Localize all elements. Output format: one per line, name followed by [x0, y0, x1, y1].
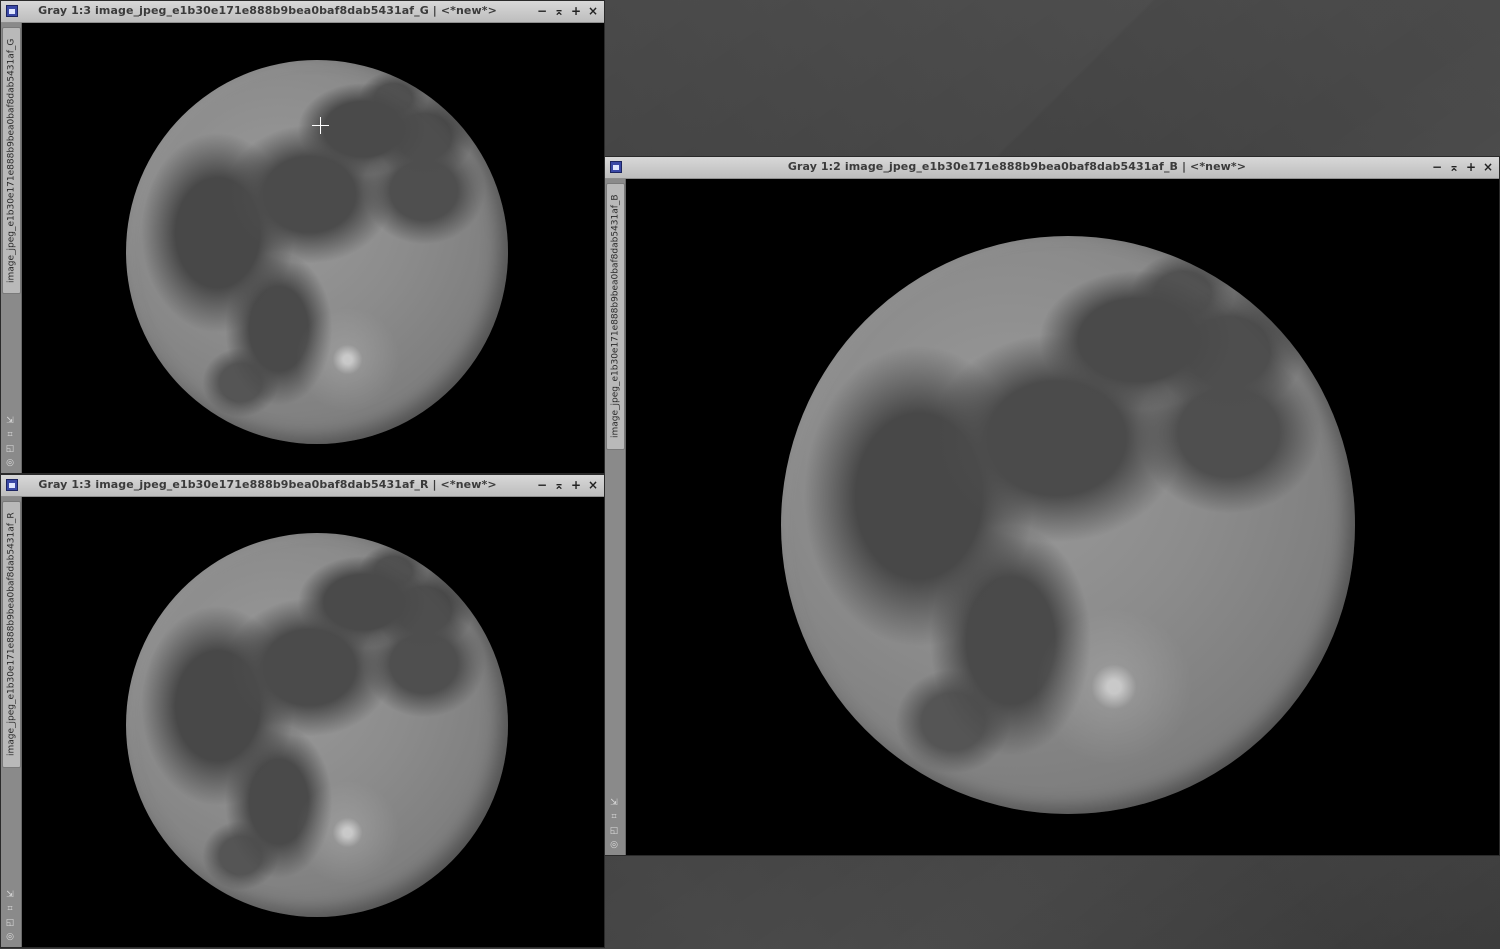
image-id-tab-b[interactable]: image_jpeg_e1b30e171e888b9bea0baf8dab543… [606, 183, 625, 450]
zoom-icon[interactable]: ⌗ [608, 811, 620, 823]
window-title-g: Gray 1:3 image_jpeg_e1b30e171e888b9bea0b… [38, 4, 497, 17]
minimize-icon[interactable]: − [535, 3, 549, 19]
zoom-icon[interactable]: ⌗ [4, 429, 16, 441]
clone-icon[interactable]: ◱ [608, 825, 620, 837]
window-title-b: Gray 1:2 image_jpeg_e1b30e171e888b9bea0b… [787, 160, 1247, 173]
minimize-icon[interactable]: − [1430, 159, 1444, 175]
window-title-r: Gray 1:3 image_jpeg_e1b30e171e888b9bea0b… [38, 478, 497, 491]
titlebar-b[interactable]: Gray 1:2 image_jpeg_e1b30e171e888b9bea0b… [605, 157, 1499, 179]
titlebar-r[interactable]: Gray 1:3 image_jpeg_e1b30e171e888b9bea0b… [1, 475, 604, 497]
image-view-r[interactable] [22, 497, 604, 947]
image-window-g[interactable]: Gray 1:3 image_jpeg_e1b30e171e888b9bea0b… [1, 1, 604, 473]
shade-icon[interactable]: ⌅ [552, 3, 566, 19]
image-window-b[interactable]: Gray 1:2 image_jpeg_e1b30e171e888b9bea0b… [605, 157, 1499, 855]
image-id-tab-r[interactable]: image_jpeg_e1b30e171e888b9bea0baf8dab543… [2, 501, 21, 768]
zoom-icon[interactable]: ⌗ [4, 903, 16, 915]
moon-image-r [126, 533, 508, 917]
mask-icon[interactable]: ◎ [4, 931, 16, 943]
maximize-icon[interactable]: + [1464, 159, 1478, 175]
clone-icon[interactable]: ◱ [4, 443, 16, 455]
image-view-b[interactable] [626, 179, 1499, 855]
fit-view-icon[interactable]: ⇲ [608, 797, 620, 809]
close-icon[interactable]: × [586, 477, 600, 493]
fit-view-icon[interactable]: ⇲ [4, 889, 16, 901]
mask-icon[interactable]: ◎ [608, 839, 620, 851]
maximize-icon[interactable]: + [569, 477, 583, 493]
image-window-r[interactable]: Gray 1:3 image_jpeg_e1b30e171e888b9bea0b… [1, 475, 604, 947]
maximize-icon[interactable]: + [569, 3, 583, 19]
side-panel-b: image_jpeg_e1b30e171e888b9bea0baf8dab543… [605, 179, 626, 855]
image-view-g[interactable] [22, 23, 604, 473]
clone-icon[interactable]: ◱ [4, 917, 16, 929]
moon-image-b [781, 236, 1355, 814]
image-id-tab-g[interactable]: image_jpeg_e1b30e171e888b9bea0baf8dab543… [2, 27, 21, 294]
shade-icon[interactable]: ⌅ [552, 477, 566, 493]
minimize-icon[interactable]: − [535, 477, 549, 493]
titlebar-g[interactable]: Gray 1:3 image_jpeg_e1b30e171e888b9bea0b… [1, 1, 604, 23]
fit-view-icon[interactable]: ⇲ [4, 415, 16, 427]
side-panel-r: image_jpeg_e1b30e171e888b9bea0baf8dab543… [1, 497, 22, 947]
side-panel-g: image_jpeg_e1b30e171e888b9bea0baf8dab543… [1, 23, 22, 473]
close-icon[interactable]: × [586, 3, 600, 19]
moon-image-g [126, 60, 508, 444]
close-icon[interactable]: × [1481, 159, 1495, 175]
shade-icon[interactable]: ⌅ [1447, 159, 1461, 175]
mask-icon[interactable]: ◎ [4, 457, 16, 469]
